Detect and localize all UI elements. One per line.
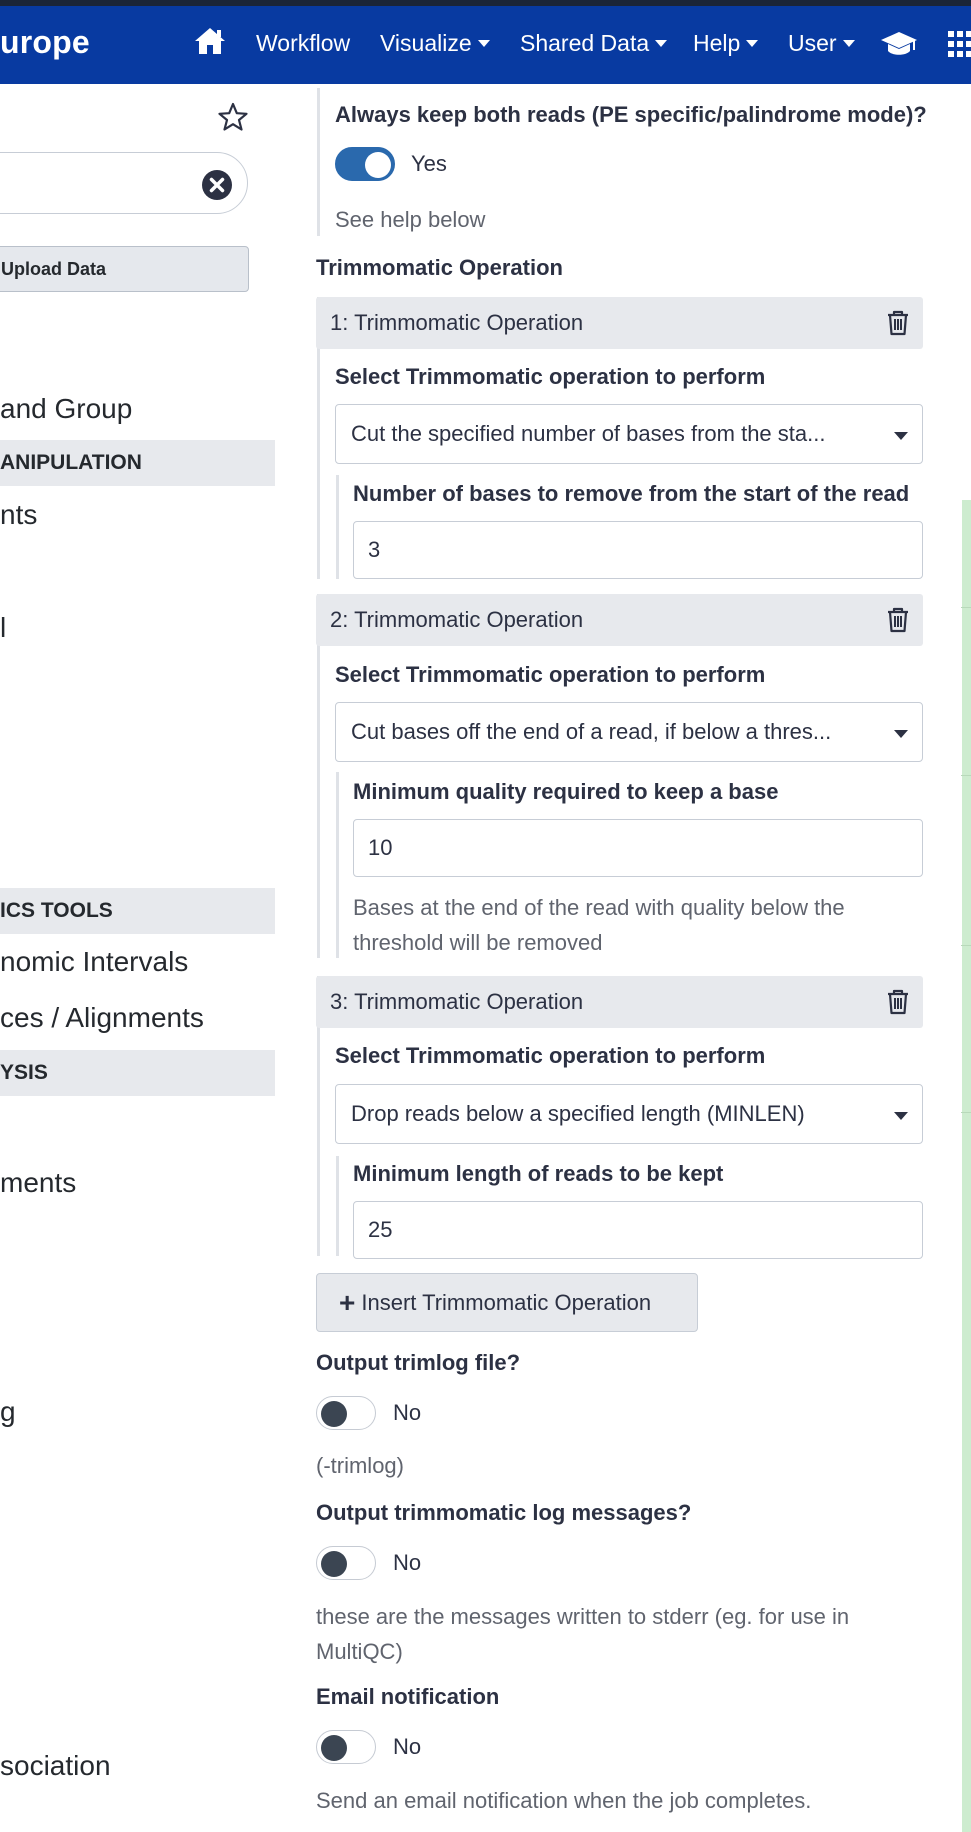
sidebar-section: ANIPULATION xyxy=(0,440,275,486)
sidebar-item[interactable]: l xyxy=(0,612,6,644)
email-notification-value: No xyxy=(393,1734,422,1759)
select-operation-label: Select Trimmomatic operation to perform xyxy=(335,364,766,389)
rail-divider xyxy=(961,775,971,776)
trash-icon[interactable] xyxy=(887,989,909,1020)
operation-title: 1: Trimmomatic Operation xyxy=(330,310,584,335)
param-input[interactable]: 25 xyxy=(353,1201,923,1259)
log-messages-label: Output trimmomatic log messages? xyxy=(316,1500,692,1525)
rail-divider xyxy=(961,1112,971,1113)
keep-both-value: Yes xyxy=(411,151,447,176)
toggle-knob xyxy=(365,152,391,178)
trash-icon[interactable] xyxy=(887,607,909,638)
sidebar-item[interactable]: nts xyxy=(0,499,37,531)
log-messages-help: these are the messages written to stderr… xyxy=(316,1604,850,1664)
tool-panel-sidebar: Upload Data and Group ANIPULATION nts l … xyxy=(0,84,275,1832)
operation-select[interactable]: Cut the specified number of bases from t… xyxy=(335,404,923,464)
plus-icon: + xyxy=(339,1286,356,1318)
chevron-down-icon xyxy=(842,40,855,47)
operation-header: 1: Trimmomatic Operation xyxy=(316,297,923,349)
section-indent-bar xyxy=(317,88,320,236)
sidebar-item[interactable]: sociation xyxy=(0,1750,111,1782)
operation-select-value: Cut the specified number of bases from t… xyxy=(351,421,826,446)
clear-search-icon[interactable] xyxy=(201,169,233,206)
rail-divider xyxy=(961,607,971,608)
history-panel-edge xyxy=(962,500,971,1832)
param-indent-bar xyxy=(336,772,339,958)
operation-header: 3: Trimmomatic Operation xyxy=(316,976,923,1028)
chevron-down-icon xyxy=(746,40,759,47)
operation-select[interactable]: Cut bases off the end of a read, if belo… xyxy=(335,702,923,762)
top-navbar: urope Workflow Visualize Shared Data Hel… xyxy=(0,6,971,84)
star-icon[interactable] xyxy=(217,102,249,137)
sidebar-item[interactable]: nomic Intervals xyxy=(0,946,188,978)
upload-data-button[interactable]: Upload Data xyxy=(0,246,249,292)
home-icon[interactable] xyxy=(193,26,227,61)
nav-help[interactable]: Help xyxy=(693,30,759,57)
toggle-knob xyxy=(321,1735,347,1761)
toggle-knob xyxy=(321,1551,347,1577)
keep-both-label: Always keep both reads (PE specific/pali… xyxy=(335,102,927,127)
nav-user-label: User xyxy=(788,30,837,56)
param-label: Minimum quality required to keep a base xyxy=(353,779,779,804)
brand-title[interactable]: urope xyxy=(0,24,90,61)
param-help: Bases at the end of the read with qualit… xyxy=(353,895,845,955)
email-notification-toggle[interactable] xyxy=(316,1730,376,1764)
insert-operation-label: Insert Trimmomatic Operation xyxy=(361,1289,652,1315)
param-indent-bar xyxy=(336,475,339,579)
email-notification-help: Send an email notification when the job … xyxy=(316,1788,812,1813)
trimlog-help: (-trimlog) xyxy=(316,1453,404,1478)
operation-header: 2: Trimmomatic Operation xyxy=(316,594,923,646)
chevron-down-icon xyxy=(477,40,490,47)
sidebar-section: YSIS xyxy=(0,1050,275,1096)
nav-shared-data[interactable]: Shared Data xyxy=(520,30,668,57)
grid-icon[interactable] xyxy=(948,31,971,62)
sidebar-item[interactable]: g xyxy=(0,1396,16,1428)
nav-visualize-label: Visualize xyxy=(380,30,472,56)
param-label: Minimum length of reads to be kept xyxy=(353,1161,724,1186)
log-messages-toggle[interactable] xyxy=(316,1546,376,1580)
toggle-knob xyxy=(321,1401,347,1427)
param-input[interactable]: 3 xyxy=(353,521,923,579)
nav-shared-data-label: Shared Data xyxy=(520,30,650,56)
nav-help-label: Help xyxy=(693,30,741,56)
insert-operation-button[interactable]: + Insert Trimmomatic Operation xyxy=(316,1273,698,1332)
email-notification-label: Email notification xyxy=(316,1684,500,1709)
sidebar-item[interactable]: ments xyxy=(0,1167,76,1199)
nav-workflow[interactable]: Workflow xyxy=(256,30,350,57)
trimlog-value: No xyxy=(393,1400,422,1425)
chevron-down-icon xyxy=(894,1112,908,1120)
operation-select[interactable]: Drop reads below a specified length (MIN… xyxy=(335,1084,923,1144)
operation-select-value: Drop reads below a specified length (MIN… xyxy=(351,1101,805,1126)
select-operation-label: Select Trimmomatic operation to perform xyxy=(335,1043,766,1068)
operation-title: 3: Trimmomatic Operation xyxy=(330,989,584,1014)
keep-both-toggle[interactable] xyxy=(335,147,395,181)
operation-title: 2: Trimmomatic Operation xyxy=(330,607,584,632)
trash-icon[interactable] xyxy=(887,310,909,341)
repeat-indent-bar xyxy=(317,594,320,958)
chevron-down-icon xyxy=(894,730,908,738)
log-messages-value: No xyxy=(393,1550,422,1575)
param-label: Number of bases to remove from the start… xyxy=(353,481,910,506)
operations-section-title: Trimmomatic Operation xyxy=(316,255,563,280)
param-input[interactable]: 10 xyxy=(353,819,923,877)
keep-both-help: See help below xyxy=(335,207,486,232)
chevron-down-icon xyxy=(894,432,908,440)
operation-select-value: Cut bases off the end of a read, if belo… xyxy=(351,719,832,744)
graduation-cap-icon[interactable] xyxy=(880,30,918,63)
rail-divider xyxy=(961,945,971,946)
param-indent-bar xyxy=(336,1156,339,1256)
select-operation-label: Select Trimmomatic operation to perform xyxy=(335,662,766,687)
nav-user[interactable]: User xyxy=(788,30,855,57)
chevron-down-icon xyxy=(655,40,668,47)
trimlog-toggle[interactable] xyxy=(316,1396,376,1430)
nav-workflow-label: Workflow xyxy=(256,30,351,56)
nav-visualize[interactable]: Visualize xyxy=(380,30,490,57)
sidebar-item[interactable]: and Group xyxy=(0,393,132,425)
sidebar-item[interactable]: ces / Alignments xyxy=(0,1002,204,1034)
sidebar-section: ICS TOOLS xyxy=(0,888,275,934)
trimlog-label: Output trimlog file? xyxy=(316,1350,521,1375)
